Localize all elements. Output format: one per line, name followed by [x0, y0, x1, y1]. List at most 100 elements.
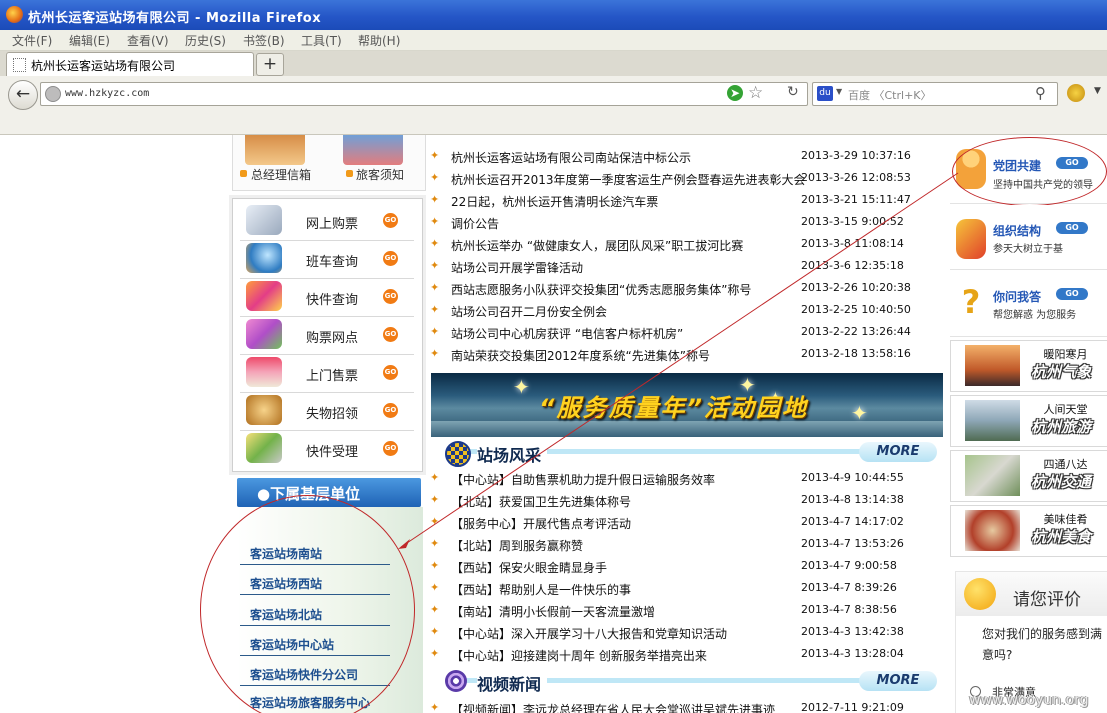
news-item[interactable]: ✦ 杭州长运举办 “做健康女人，展团队风采”职工拔河比赛 2013-3-8 11:0…: [430, 233, 945, 255]
news-title[interactable]: 【中心站】深入开展学习十八大报告和党章知识活动: [451, 625, 727, 642]
news-title[interactable]: 【北站】周到服务赢称赞: [451, 537, 583, 554]
news-title[interactable]: 【服务中心】开展代售点考评活动: [451, 515, 631, 532]
search-bar[interactable]: du ▼ 百度 〈Ctrl+K〉 ⚲: [812, 82, 1058, 106]
baidu-engine-icon[interactable]: du: [817, 86, 833, 101]
go-arrow-icon[interactable]: ➤: [727, 85, 743, 101]
bullet-star-icon: ✦: [430, 559, 440, 572]
news-item[interactable]: ✦ 【服务中心】开展代售点考评活动 2013-4-7 14:17:02: [430, 511, 945, 533]
news-item[interactable]: ✦ 【视频新闻】李远龙总经理在省人民大会堂巡讲吴斌先进事迹 2012-7-11 9:…: [430, 697, 945, 713]
news-title[interactable]: 站场公司中心机房获评 “电信客户标杆机房”: [451, 325, 683, 342]
news-item[interactable]: ✦ 站场公司开展学雷锋活动 2013-3-6 12:35:18: [430, 255, 945, 277]
tile-hangzhou-weather[interactable]: 暖阳寒月 杭州气象: [950, 340, 1107, 392]
gm-mailbox-link[interactable]: 总经理信箱: [251, 166, 311, 183]
news-item[interactable]: ✦ 调价公告 2013-3-15 9:00:52: [430, 211, 945, 233]
tab-current[interactable]: 杭州长运客运站场有限公司: [6, 52, 254, 76]
url-text[interactable]: www.hzkyzc.com: [65, 88, 149, 99]
engine-dropdown-icon[interactable]: ▼: [836, 87, 842, 96]
news-title[interactable]: 【北站】获爱国卫生先进集体称号: [451, 493, 631, 510]
addon-dropdown-icon[interactable]: ▼: [1094, 86, 1101, 96]
news-title[interactable]: 杭州长运举办 “做健康女人，展团队风采”职工拔河比赛: [451, 237, 743, 254]
right-block-title[interactable]: 你问我答: [993, 288, 1041, 305]
addon-icon[interactable]: [1067, 84, 1085, 102]
go-button[interactable]: GO: [1056, 288, 1088, 300]
menu-bookmarks[interactable]: 书签(B): [243, 32, 285, 49]
service-lost-found[interactable]: 失物招领 GO: [240, 392, 414, 431]
go-button[interactable]: GO: [383, 327, 398, 342]
news-item[interactable]: ✦ 22日起，杭州长运开售清明长途汽车票 2013-3-21 15:11:47: [430, 189, 945, 211]
news-title[interactable]: 【视频新闻】李远龙总经理在省人民大会堂巡讲吴斌先进事迹: [451, 701, 775, 713]
news-item[interactable]: ✦ 【北站】周到服务赢称赞 2013-4-7 13:53:26: [430, 533, 945, 555]
menu-edit[interactable]: 编辑(E): [69, 32, 110, 49]
go-button[interactable]: GO: [383, 251, 398, 266]
menu-history[interactable]: 历史(S): [185, 32, 226, 49]
section-station-header: 站场风采 MORE: [431, 438, 943, 467]
new-tab-button[interactable]: +: [256, 53, 284, 76]
news-item[interactable]: ✦ 站场公司中心机房获评 “电信客户标杆机房” 2013-2-22 13:26:44: [430, 321, 945, 343]
section-title: 站场风采: [477, 442, 548, 466]
news-item[interactable]: ✦ 西站志愿服务小队获评交投集团“优秀志愿服务集体”称号 2013-2-26 10:…: [430, 277, 945, 299]
news-title[interactable]: 杭州长运客运站场有限公司南站保洁中标公示: [451, 149, 691, 166]
passenger-guide-icon[interactable]: [343, 135, 403, 165]
news-item[interactable]: ✦ 南站荣获交投集团2012年度系统“先进集体”称号 2013-2-18 13:58…: [430, 343, 945, 365]
news-title[interactable]: 站场公司召开二月份安全例会: [451, 303, 607, 320]
menu-view[interactable]: 查看(V): [127, 32, 169, 49]
news-title[interactable]: 南站荣获交投集团2012年度系统“先进集体”称号: [451, 347, 710, 364]
go-button[interactable]: GO: [383, 213, 398, 228]
news-title[interactable]: 西站志愿服务小队获评交投集团“优秀志愿服务集体”称号: [451, 281, 751, 298]
service-parcel-accept[interactable]: 快件受理 GO: [240, 430, 414, 468]
service-quality-banner[interactable]: ✦ ✦ ✦ ✦ “服务质量年”活动园地: [431, 373, 943, 437]
bullet-star-icon: ✦: [430, 259, 440, 272]
news-title[interactable]: 调价公告: [451, 215, 499, 232]
reload-icon[interactable]: ↻: [787, 84, 799, 100]
menu-file[interactable]: 文件(F): [12, 32, 52, 49]
news-title[interactable]: 【西站】保安火眼金睛显身手: [451, 559, 607, 576]
search-placeholder[interactable]: 百度 〈Ctrl+K〉: [848, 87, 932, 103]
news-item[interactable]: ✦ 【西站】保安火眼金睛显身手 2013-4-7 9:00:58: [430, 555, 945, 577]
news-item[interactable]: ✦ 【北站】获爱国卫生先进集体称号 2013-4-8 13:14:38: [430, 489, 945, 511]
news-title[interactable]: 【中心站】自助售票机助力提升假日运输服务效率: [451, 471, 715, 488]
service-door-ticket[interactable]: 上门售票 GO: [240, 354, 414, 393]
more-button[interactable]: MORE: [859, 442, 937, 462]
go-button[interactable]: GO: [383, 289, 398, 304]
service-parcel-query[interactable]: 快件查询 GO: [240, 278, 414, 317]
go-button[interactable]: GO: [383, 403, 398, 418]
news-item[interactable]: ✦ 【中心站】迎接建岗十周年 创新服务举措亮出来 2013-4-3 13:28:04: [430, 643, 945, 665]
news-item[interactable]: ✦ 站场公司召开二月份安全例会 2013-2-25 10:40:50: [430, 299, 945, 321]
service-ticket-outlets[interactable]: 购票网点 GO: [240, 316, 414, 355]
news-title[interactable]: 【中心站】迎接建岗十周年 创新服务举措亮出来: [451, 647, 707, 664]
right-block-faq[interactable]: ? 你问我答 GO 帮您解惑 为您服务: [950, 270, 1107, 337]
news-item[interactable]: ✦ 【中心站】自助售票机助力提升假日运输服务效率 2013-4-9 10:44:55: [430, 467, 945, 489]
right-block-org[interactable]: 组织结构 GO 参天大树立于基: [950, 205, 1107, 270]
service-bus-query[interactable]: 班车查询 GO: [240, 240, 414, 279]
news-title[interactable]: 杭州长运召开2013年度第一季度客运生产例会暨春运先进表彰大会: [451, 171, 806, 188]
mailbox-icon[interactable]: [245, 135, 305, 165]
tile-hangzhou-travel[interactable]: 人间天堂 杭州旅游: [950, 395, 1107, 447]
news-title[interactable]: 站场公司开展学雷锋活动: [451, 259, 583, 276]
url-bar[interactable]: www.hzkyzc.com ➤ ☆ ↻: [40, 82, 808, 106]
go-button[interactable]: GO: [383, 365, 398, 380]
search-icon[interactable]: ⚲: [1035, 84, 1046, 102]
news-date: 2013-2-26 10:20:38: [801, 281, 911, 294]
tile-hangzhou-traffic[interactable]: 四通八达 杭州交通: [950, 450, 1107, 502]
go-button[interactable]: GO: [383, 441, 398, 456]
news-item[interactable]: ✦ 杭州长运召开2013年度第一季度客运生产例会暨春运先进表彰大会 2013-3-2…: [430, 167, 945, 189]
news-title[interactable]: 22日起，杭州长运开售清明长途汽车票: [451, 193, 658, 210]
service-online-ticket[interactable]: 网上购票 GO: [240, 202, 414, 241]
news-item[interactable]: ✦ 【中心站】深入开展学习十八大报告和党章知识活动 2013-4-3 13:42:3…: [430, 621, 945, 643]
bullet-star-icon: ✦: [430, 471, 440, 484]
menu-tools[interactable]: 工具(T): [301, 32, 342, 49]
tile-hangzhou-food[interactable]: 美味佳肴 杭州美食: [950, 505, 1107, 557]
news-item[interactable]: ✦ 杭州长运客运站场有限公司南站保洁中标公示 2013-3-29 10:37:16: [430, 145, 945, 167]
news-title[interactable]: 【南站】清明小长假前一天客流量激增: [451, 603, 655, 620]
site-identity-icon[interactable]: [45, 86, 61, 102]
menu-help[interactable]: 帮助(H): [358, 32, 400, 49]
news-item[interactable]: ✦ 【西站】帮助别人是一件快乐的事 2013-4-7 8:39:26: [430, 577, 945, 599]
go-button[interactable]: GO: [1056, 222, 1088, 234]
news-item[interactable]: ✦ 【南站】清明小长假前一天客流量激增 2013-4-7 8:38:56: [430, 599, 945, 621]
more-button[interactable]: MORE: [859, 671, 937, 691]
back-button[interactable]: ←: [8, 80, 38, 110]
bookmark-star-icon[interactable]: ☆: [748, 83, 763, 103]
right-block-title[interactable]: 组织结构: [993, 222, 1041, 239]
passenger-guide-link[interactable]: 旅客须知: [356, 166, 404, 183]
news-title[interactable]: 【西站】帮助别人是一件快乐的事: [451, 581, 631, 598]
